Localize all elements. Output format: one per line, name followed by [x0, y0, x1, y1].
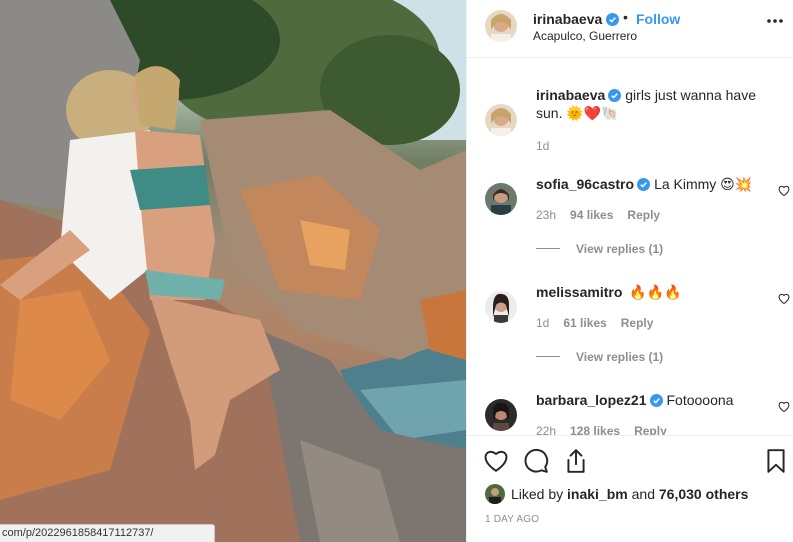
verified-badge-icon — [649, 394, 663, 407]
comment-body: melissamitro 🔥🔥🔥 — [536, 283, 762, 301]
liked-joiner: and — [631, 486, 655, 502]
comment-meta: 22h 128 likes Reply — [536, 424, 681, 435]
verified-badge-icon — [608, 89, 622, 102]
status-bar-url: com/p/2022961858417112737/ — [0, 524, 215, 542]
commenter-avatar[interactable] — [485, 399, 517, 431]
author-username[interactable]: irinabaeva — [533, 11, 620, 27]
comment-like-heart-icon[interactable] — [778, 401, 790, 413]
comment-likes[interactable]: 61 likes — [563, 316, 606, 330]
caption-avatar[interactable] — [485, 104, 517, 136]
comment-body: sofia_96castro La Kimmy 😍💥 — [536, 175, 762, 193]
likes-summary: Liked by inaki_bm and 76,030 others — [485, 484, 748, 504]
comment-time[interactable]: 22h — [536, 424, 556, 435]
more-options-icon[interactable] — [766, 18, 784, 24]
post-actions: Liked by inaki_bm and 76,030 others 1 DA… — [467, 435, 793, 542]
replies-divider — [536, 248, 560, 249]
comments-list[interactable]: irinabaeva girls just wanna have sun. 🌞❤️… — [467, 59, 793, 435]
reply-button[interactable]: Reply — [621, 316, 654, 330]
comment-username[interactable]: sofia_96castro — [536, 176, 634, 192]
comment-like-heart-icon[interactable] — [778, 185, 790, 197]
view-replies-label: View replies (1) — [576, 242, 664, 256]
view-replies-label: View replies (1) — [576, 350, 664, 364]
commenter-avatar[interactable] — [485, 183, 517, 215]
post-photo[interactable]: com/p/2022961858417112737/ — [0, 0, 466, 542]
comment-likes[interactable]: 128 likes — [570, 424, 620, 435]
commenter-avatar[interactable] — [485, 291, 517, 323]
comment-body: barbara_lopez21 Fotoooona — [536, 391, 762, 409]
view-replies-button[interactable]: View replies (1) — [536, 350, 663, 364]
comment-username[interactable]: barbara_lopez21 — [536, 392, 647, 408]
post-side-panel: irinabaeva • Follow Acapulco, Guerrero i… — [466, 0, 793, 542]
post-timestamp[interactable]: 1 DAY AGO — [485, 514, 539, 525]
comment-meta: 23h 94 likes Reply — [536, 208, 674, 222]
post-photo-artwork — [0, 0, 466, 542]
share-icon[interactable] — [563, 448, 589, 474]
author-avatar[interactable] — [485, 10, 517, 42]
liker-username[interactable]: inaki_bm — [567, 486, 628, 502]
caption-body: irinabaeva girls just wanna have sun. 🌞❤️… — [536, 86, 762, 122]
likes-others-link[interactable]: 76,030 others — [659, 486, 749, 502]
replies-divider — [536, 356, 560, 357]
heart-icon[interactable] — [483, 448, 509, 474]
verified-badge-icon — [606, 13, 620, 26]
post-header: irinabaeva • Follow Acapulco, Guerrero — [467, 0, 793, 58]
liked-by-label: Liked by — [511, 486, 564, 502]
verified-badge-icon — [637, 178, 651, 191]
comment-username[interactable]: melissamitro — [536, 284, 622, 300]
comment-text: La Kimmy 😍💥 — [654, 176, 753, 192]
bookmark-icon[interactable] — [763, 448, 789, 474]
header-separator: • — [623, 9, 628, 25]
comment-time[interactable]: 1d — [536, 316, 549, 330]
comment-text: Fotoooona — [666, 392, 734, 408]
follow-button[interactable]: Follow — [636, 11, 680, 27]
caption-time[interactable]: 1d — [536, 139, 549, 153]
reply-button[interactable]: Reply — [634, 424, 667, 435]
comment-time[interactable]: 23h — [536, 208, 556, 222]
view-replies-button[interactable]: View replies (1) — [536, 242, 663, 256]
comment-text: 🔥🔥🔥 — [629, 284, 682, 300]
comment-likes[interactable]: 94 likes — [570, 208, 613, 222]
reply-button[interactable]: Reply — [627, 208, 660, 222]
caption-username[interactable]: irinabaeva — [536, 87, 605, 103]
comment-like-heart-icon[interactable] — [778, 293, 790, 305]
comment-bubble-icon[interactable] — [523, 448, 549, 474]
liker-avatar[interactable] — [485, 484, 505, 504]
caption-meta: 1d — [536, 139, 563, 153]
post-location[interactable]: Acapulco, Guerrero — [533, 29, 637, 43]
comment-meta: 1d 61 likes Reply — [536, 316, 667, 330]
